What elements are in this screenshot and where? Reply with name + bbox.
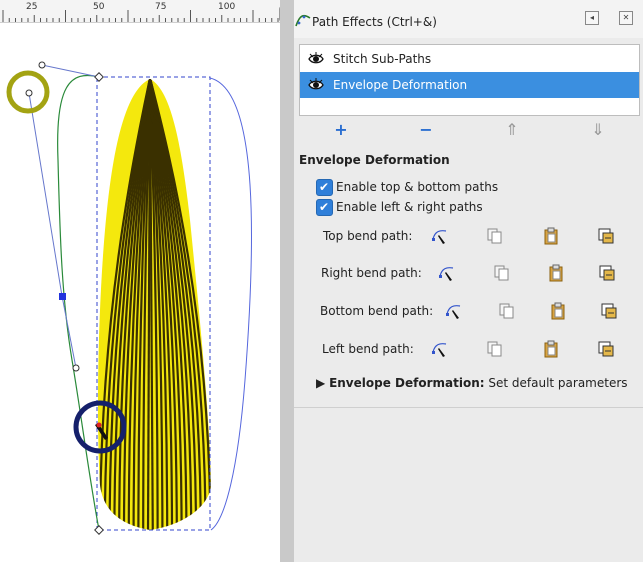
right-bend-path[interactable]: [209, 77, 253, 531]
copy-icon[interactable]: [486, 227, 504, 245]
drawing-canvas[interactable]: [0, 22, 280, 562]
left-bend-path[interactable]: [57, 74, 100, 531]
canvas-area[interactable]: 25 50 75 100: [0, 0, 280, 562]
bend-label: Bottom bend path:: [320, 304, 434, 318]
bend-label: Right bend path:: [321, 266, 422, 280]
path-effects-panel: Path Effects (Ctrl+&) ◂ ✕ Stitch Sub-Pat…: [294, 0, 643, 562]
handle-line: [28, 92, 63, 297]
checkbox-label: Enable left & right paths: [336, 200, 483, 214]
link-icon[interactable]: [598, 264, 616, 282]
handle-line: [61, 295, 77, 369]
leaf-shape[interactable]: [90, 75, 220, 535]
link-icon[interactable]: [597, 340, 615, 358]
expander-text: Set default parameters: [484, 376, 628, 390]
ruler-ticks: [2, 10, 279, 22]
edit-path-icon[interactable]: [431, 227, 449, 245]
checkbox-checked-icon[interactable]: ✔: [316, 179, 333, 196]
panel-divider: [294, 407, 643, 408]
bend-label: Top bend path:: [323, 229, 413, 243]
paste-icon[interactable]: [547, 264, 565, 282]
edit-path-icon[interactable]: [438, 264, 456, 282]
corner-node[interactable]: [94, 525, 104, 535]
bend-row-left: Left bend path:: [294, 338, 643, 362]
link-icon[interactable]: [600, 302, 618, 320]
edit-path-icon[interactable]: [445, 302, 463, 320]
panel-header: Path Effects (Ctrl+&) ◂ ✕: [294, 0, 643, 38]
default-params-expander[interactable]: ▶ Envelope Deformation: Set default para…: [316, 376, 628, 390]
handle-node[interactable]: [38, 61, 46, 69]
panel-splitter[interactable]: [280, 0, 294, 562]
paste-icon[interactable]: [549, 302, 567, 320]
expander-arrow-icon[interactable]: ▶: [316, 376, 325, 390]
panel-close-button[interactable]: ✕: [619, 11, 633, 25]
eye-icon[interactable]: [308, 78, 324, 92]
edit-path-icon[interactable]: [431, 340, 449, 358]
horizontal-ruler: 25 50 75 100: [0, 0, 280, 23]
copy-icon[interactable]: [493, 264, 511, 282]
effect-item-envelope[interactable]: Envelope Deformation: [300, 72, 639, 98]
effect-label: Stitch Sub-Paths: [333, 52, 432, 66]
move-down-button[interactable]: ⇓: [588, 120, 608, 140]
checkbox-checked-icon[interactable]: ✔: [316, 199, 333, 216]
handle-line: [41, 64, 100, 78]
path-effects-icon: [295, 14, 311, 27]
panel-iconify-button[interactable]: ◂: [585, 11, 599, 25]
bend-row-top: Top bend path:: [294, 225, 643, 249]
link-icon[interactable]: [597, 227, 615, 245]
corner-node[interactable]: [94, 72, 104, 82]
effect-item-stitch[interactable]: Stitch Sub-Paths: [300, 46, 639, 72]
handle-node[interactable]: [25, 89, 33, 97]
path-node[interactable]: [59, 293, 66, 300]
paste-icon[interactable]: [542, 340, 560, 358]
remove-effect-button[interactable]: −: [416, 120, 436, 140]
add-effect-button[interactable]: +: [331, 120, 351, 140]
move-up-button[interactable]: ⇑: [502, 120, 522, 140]
effect-label: Envelope Deformation: [333, 78, 468, 92]
checkbox-label: Enable top & bottom paths: [336, 180, 499, 194]
effects-list[interactable]: Stitch Sub-Paths Envelope Deformation: [299, 44, 640, 116]
panel-title: Path Effects (Ctrl+&): [312, 15, 437, 29]
copy-icon[interactable]: [498, 302, 516, 320]
section-title: Envelope Deformation: [299, 153, 450, 167]
bend-row-right: Right bend path:: [294, 262, 643, 286]
expander-title: Envelope Deformation:: [329, 376, 485, 390]
bend-row-bottom: Bottom bend path:: [294, 300, 643, 324]
eye-icon[interactable]: [308, 52, 324, 66]
copy-icon[interactable]: [486, 340, 504, 358]
handle-node[interactable]: [72, 364, 80, 372]
paste-icon[interactable]: [542, 227, 560, 245]
bend-label: Left bend path:: [322, 342, 414, 356]
